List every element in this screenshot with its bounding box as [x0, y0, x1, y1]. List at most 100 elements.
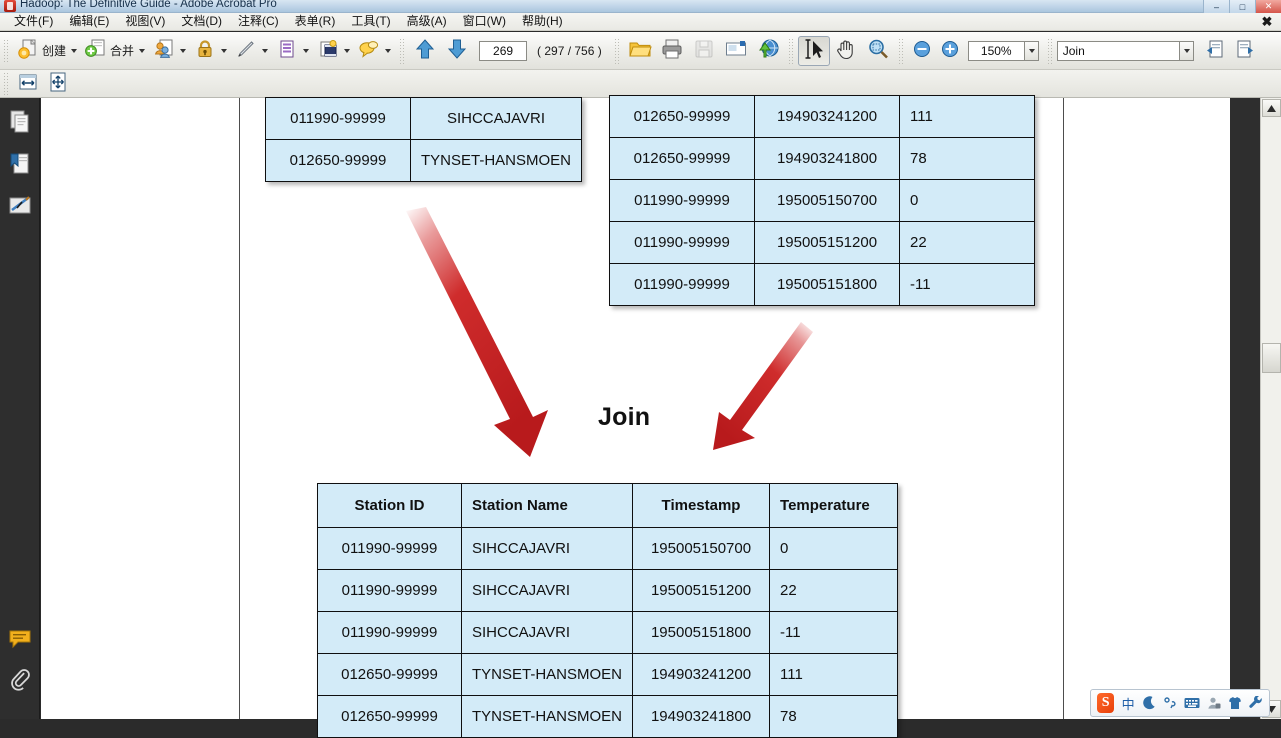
- station-id-cell: 011990-99999: [317, 611, 462, 654]
- zoom-in-icon: [940, 39, 960, 62]
- table-row: 012650-99999 TYNSET-HANSMOEN 19490324120…: [317, 653, 899, 696]
- open-file-button[interactable]: [624, 36, 656, 66]
- marquee-zoom-button[interactable]: [862, 36, 894, 66]
- sidebar-comments[interactable]: [5, 625, 35, 657]
- multimedia-icon: [317, 38, 339, 63]
- keyboard-icon[interactable]: [1184, 697, 1200, 709]
- chevron-down-icon: [1029, 48, 1036, 53]
- chevron-down-icon[interactable]: [385, 48, 392, 53]
- select-tool-button[interactable]: [797, 35, 830, 66]
- wrench-icon[interactable]: [1249, 696, 1263, 710]
- find-dropdown[interactable]: [1178, 40, 1194, 61]
- sidebar-attachments[interactable]: [5, 667, 35, 699]
- scrollbar-thumb[interactable]: [1262, 343, 1281, 373]
- chevron-down-icon: [1184, 48, 1191, 53]
- timestamp-cell: 194903241200: [754, 95, 900, 138]
- chevron-down-icon[interactable]: [180, 48, 187, 53]
- fit-page-button[interactable]: [43, 69, 73, 99]
- timestamp-cell: 195005151800: [754, 263, 900, 306]
- menu-tools[interactable]: 工具(T): [343, 13, 398, 31]
- temperature-cell: 22: [769, 569, 899, 612]
- menu-forms[interactable]: 表单(R): [287, 13, 344, 31]
- secure-button[interactable]: [190, 36, 231, 66]
- chevron-down-icon[interactable]: [303, 48, 310, 53]
- vertical-scrollbar[interactable]: [1260, 98, 1281, 719]
- toolbar-separator: [897, 37, 904, 64]
- toolbar-separator: [399, 37, 406, 64]
- hand-tool-button[interactable]: [830, 36, 862, 66]
- document-close-icon[interactable]: ✖: [1257, 13, 1277, 31]
- chevron-down-icon[interactable]: [139, 48, 146, 53]
- menu-advanced[interactable]: 高级(A): [399, 13, 455, 31]
- menu-comments[interactable]: 注释(C): [230, 13, 287, 31]
- find-next-button[interactable]: [1230, 36, 1260, 66]
- upload-button[interactable]: [752, 36, 784, 66]
- find-next-icon: [1234, 38, 1256, 63]
- user-icon[interactable]: [1207, 696, 1221, 710]
- title-bar: Hadoop: The Definitive Guide - Adobe Acr…: [0, 0, 1281, 13]
- comment-bubble-icon: [8, 628, 32, 655]
- sidebar-page-thumbnails[interactable]: [5, 108, 35, 140]
- close-button[interactable]: ✕: [1255, 0, 1281, 13]
- menu-view[interactable]: 视图(V): [117, 13, 173, 31]
- print-button[interactable]: [656, 36, 688, 66]
- next-page-button[interactable]: [441, 36, 473, 66]
- collaborate-button[interactable]: [149, 36, 190, 66]
- station-name-cell: TYNSET-HANSMOEN: [409, 139, 583, 182]
- temperature-cell: 22: [899, 221, 1035, 264]
- minimize-button[interactable]: –: [1203, 0, 1229, 13]
- previous-page-button[interactable]: [409, 36, 441, 66]
- page-number-input[interactable]: 269: [479, 40, 528, 61]
- chevron-down-icon[interactable]: [262, 48, 269, 53]
- zoom-out-button[interactable]: [908, 36, 936, 66]
- table-row: 011990-99999 195005151200 22: [609, 221, 1035, 264]
- menu-document[interactable]: 文档(D): [173, 13, 230, 31]
- temperature-cell: 111: [769, 653, 899, 696]
- join-label: Join: [598, 403, 651, 431]
- forms-button[interactable]: [272, 36, 313, 66]
- table-row: 011990-99999 SIHCCAJAVRI: [265, 97, 583, 140]
- page-left-margin: [41, 98, 240, 719]
- maximize-button[interactable]: □: [1229, 0, 1255, 13]
- temperature-cell: 0: [899, 179, 1035, 222]
- menu-window[interactable]: 窗口(W): [455, 13, 514, 31]
- menu-file[interactable]: 文件(F): [6, 13, 61, 31]
- skin-shirt-icon[interactable]: [1228, 696, 1242, 710]
- fit-page-icon: [47, 71, 69, 96]
- combine-files-button[interactable]: 合并: [81, 36, 149, 66]
- bookmark-icon: [8, 151, 32, 182]
- find-input[interactable]: Join: [1056, 40, 1179, 61]
- text-select-icon: [802, 37, 826, 64]
- email-button[interactable]: [720, 36, 752, 66]
- toolbar-grip[interactable]: [3, 71, 10, 96]
- chevron-down-icon[interactable]: [71, 48, 78, 53]
- temperature-cell: 111: [899, 95, 1035, 138]
- sign-button[interactable]: [231, 36, 272, 66]
- zoom-level-input[interactable]: 150%: [967, 40, 1024, 61]
- toolbar-grip[interactable]: [3, 38, 10, 63]
- moon-icon[interactable]: [1142, 696, 1156, 710]
- sidebar-bookmarks[interactable]: [5, 150, 35, 182]
- find-previous-button[interactable]: [1200, 36, 1230, 66]
- chevron-down-icon[interactable]: [344, 48, 351, 53]
- menu-edit[interactable]: 编辑(E): [61, 13, 117, 31]
- sogou-logo-icon[interactable]: S: [1097, 693, 1115, 713]
- degree-comma-icon[interactable]: [1163, 696, 1177, 710]
- station-id-cell: 011990-99999: [609, 179, 755, 222]
- fit-width-button[interactable]: [13, 69, 43, 99]
- multimedia-button[interactable]: [313, 36, 354, 66]
- paperclip-icon: [8, 668, 32, 699]
- create-pdf-button[interactable]: 创建: [13, 36, 81, 66]
- scroll-up-button[interactable]: [1262, 99, 1281, 117]
- ime-mode-toggle[interactable]: 中: [1121, 694, 1135, 713]
- zoom-in-button[interactable]: [936, 36, 964, 66]
- sidebar-signatures[interactable]: [5, 192, 35, 224]
- save-button[interactable]: [688, 36, 720, 66]
- column-header-station-id: Station ID: [317, 483, 462, 528]
- chevron-down-icon[interactable]: [221, 48, 228, 53]
- page-count-label: ( 297 / 756 ): [537, 43, 602, 58]
- ime-toolbar[interactable]: S 中: [1090, 689, 1270, 717]
- menu-help[interactable]: 帮助(H): [514, 13, 571, 31]
- zoom-level-dropdown[interactable]: [1023, 40, 1039, 61]
- comment-button[interactable]: [354, 36, 395, 66]
